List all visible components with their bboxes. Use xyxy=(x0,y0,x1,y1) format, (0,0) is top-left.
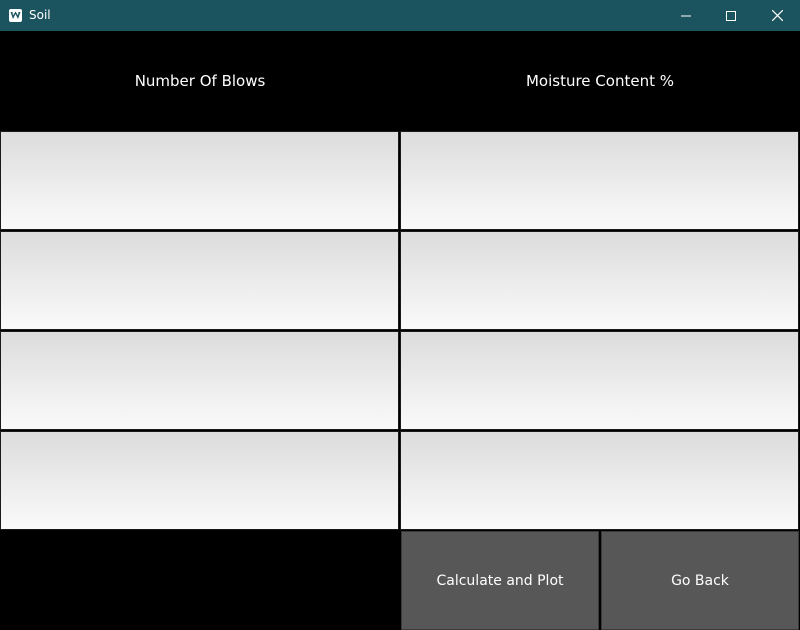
moisture-header: Moisture Content % xyxy=(525,72,674,90)
maximize-button[interactable] xyxy=(708,0,754,31)
app-icon xyxy=(9,9,22,22)
kivy-logo-icon xyxy=(10,11,21,19)
moisture-input-3[interactable] xyxy=(400,331,799,430)
calculate-and-plot-button[interactable]: Calculate and Plot xyxy=(401,531,599,630)
go-back-button[interactable]: Go Back xyxy=(601,531,799,630)
moisture-input-4[interactable] xyxy=(400,431,799,530)
moisture-input-2[interactable] xyxy=(400,231,799,330)
maximize-icon xyxy=(726,10,736,21)
minimize-button[interactable] xyxy=(663,0,709,31)
moisture-input-1[interactable] xyxy=(400,131,799,230)
main-content: Number Of Blows Moisture Content % Calcu… xyxy=(0,31,800,630)
blows-input-3[interactable] xyxy=(0,331,399,430)
blows-input-4[interactable] xyxy=(0,431,399,530)
minimize-icon xyxy=(681,15,691,16)
title-bar: Soil xyxy=(0,0,800,31)
close-icon xyxy=(771,10,783,21)
blows-input-1[interactable] xyxy=(0,131,399,230)
blows-input-2[interactable] xyxy=(0,231,399,330)
close-button[interactable] xyxy=(754,0,800,31)
blows-header: Number Of Blows xyxy=(134,72,266,90)
window-title: Soil xyxy=(29,8,51,22)
